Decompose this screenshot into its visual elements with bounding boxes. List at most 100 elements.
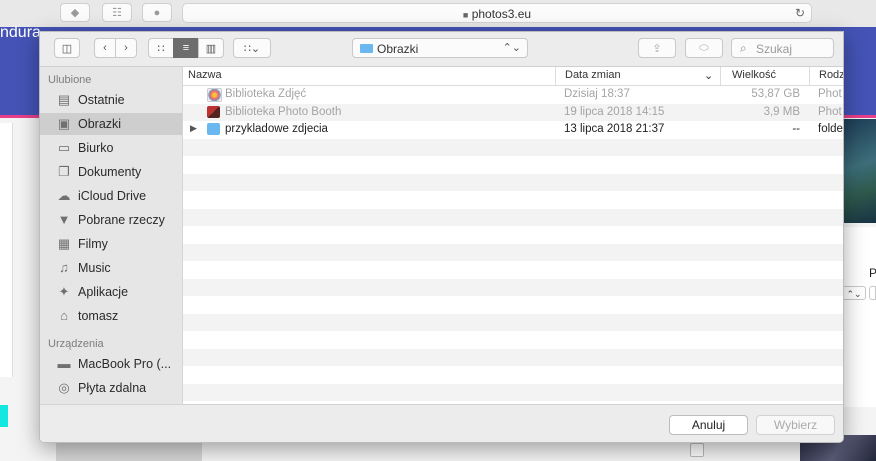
list-stripe bbox=[183, 348, 843, 366]
file-name: przykladowe zdjecia bbox=[225, 123, 328, 135]
sidebar-item-remote-disc[interactable]: ◎ Płyta zdalna bbox=[40, 377, 182, 399]
sidebar-item-label: Aplikacje bbox=[78, 285, 129, 299]
sidebar-icon: ◫ bbox=[61, 42, 73, 55]
columns-icon: ▥ bbox=[205, 42, 217, 55]
sidebar-item-icloud[interactable]: ☁ iCloud Drive bbox=[40, 185, 182, 207]
sidebar-item-label: tomasz bbox=[78, 309, 119, 323]
file-kind: folde bbox=[818, 123, 843, 135]
bottom-card bbox=[56, 441, 202, 461]
dialog-toolbar: ◫ ‹ › ∷ ≡ ▥ ∷⌄ Obrazki ⌃⌄ ⇪ ⬭ ⌕ Szukaj bbox=[40, 32, 843, 67]
extension-button[interactable]: ● bbox=[142, 3, 172, 22]
list-stripe bbox=[183, 296, 843, 314]
share-icon: ⇪ bbox=[652, 42, 662, 55]
privacy-shield-button[interactable]: ◆ bbox=[60, 3, 90, 22]
list-stripe bbox=[183, 156, 843, 174]
file-row[interactable]: Biblioteka Zdjęć Dzisiaj 18:37 53,87 GB … bbox=[183, 86, 843, 103]
folder-icon bbox=[360, 44, 373, 53]
sidebar-item-label: MacBook Pro (... bbox=[78, 357, 172, 371]
search-icon: ⌕ bbox=[740, 41, 747, 55]
icon-view-button[interactable]: ∷ bbox=[148, 38, 174, 58]
disc-icon: ◎ bbox=[58, 380, 70, 395]
sidebar-item-music[interactable]: ♫ Music bbox=[40, 257, 182, 279]
browser-toolbar: ◆ ☷ ● ■ photos3.eu ↻ bbox=[0, 0, 876, 28]
file-date: 13 lipca 2018 21:37 bbox=[564, 123, 665, 135]
sidebar-item-label: Ostatnie bbox=[78, 93, 125, 107]
file-kind: Phot bbox=[818, 105, 842, 118]
list-stripe bbox=[183, 383, 843, 401]
column-header-kind[interactable]: Rodz bbox=[819, 69, 843, 81]
sidebar-item-macbook[interactable]: ▬ MacBook Pro (... bbox=[40, 353, 182, 375]
right-panel-select[interactable]: ⌃⌄ bbox=[842, 286, 866, 300]
sidebar-item-label: Music bbox=[78, 261, 111, 275]
column-header-date[interactable]: Data zmian bbox=[565, 69, 621, 81]
file-size: -- bbox=[792, 123, 800, 135]
url-label: photos3.eu bbox=[471, 7, 532, 21]
thumbnail-image[interactable] bbox=[842, 119, 876, 223]
chevron-right-icon: › bbox=[124, 42, 128, 54]
column-header-size[interactable]: Wielkość bbox=[732, 69, 776, 81]
right-panel-input[interactable] bbox=[869, 286, 876, 300]
sidebar-item-label: Obrazki bbox=[78, 117, 122, 131]
column-divider[interactable] bbox=[720, 67, 721, 85]
cyan-badge bbox=[0, 405, 8, 427]
disclosure-triangle-icon[interactable]: ▶ bbox=[190, 123, 197, 134]
sidebar-item-label: Filmy bbox=[78, 237, 108, 251]
column-view-button[interactable]: ▥ bbox=[198, 38, 224, 58]
file-kind: Phot bbox=[818, 88, 842, 100]
sidebar-item-recents[interactable]: ▤ Ostatnie bbox=[40, 89, 182, 111]
sidebar-item-downloads[interactable]: ▼ Pobrane rzeczy bbox=[40, 209, 182, 231]
film-icon: ▦ bbox=[57, 236, 71, 251]
sidebar-item-pictures[interactable]: ▣ Obrazki bbox=[40, 113, 182, 135]
file-row[interactable]: Biblioteka Photo Booth 19 lipca 2018 14:… bbox=[183, 104, 843, 121]
column-header-name[interactable]: Nazwa bbox=[188, 69, 222, 81]
url-text: ■ photos3.eu bbox=[183, 7, 811, 21]
downloads-icon: ▼ bbox=[57, 212, 71, 227]
sidebar-item-documents[interactable]: ❐ Dokumenty bbox=[40, 161, 182, 183]
file-name: Biblioteka Zdjęć bbox=[225, 88, 307, 100]
list-stripe bbox=[183, 331, 843, 349]
sidebar-toggle-button[interactable]: ◫ bbox=[54, 38, 80, 58]
forward-button[interactable]: › bbox=[115, 38, 137, 58]
open-file-dialog: ◫ ‹ › ∷ ≡ ▥ ∷⌄ Obrazki ⌃⌄ ⇪ ⬭ ⌕ Szukaj U… bbox=[39, 31, 844, 443]
list-stripe bbox=[183, 366, 843, 384]
sidebar-item-desktop[interactable]: ▭ Biurko bbox=[40, 137, 182, 159]
folder-icon bbox=[207, 123, 220, 135]
music-icon: ♫ bbox=[59, 260, 69, 275]
group-view-button[interactable]: ∷⌄ bbox=[233, 38, 271, 58]
list-stripe bbox=[183, 208, 843, 226]
home-icon: ⌂ bbox=[60, 308, 68, 323]
back-button[interactable]: ‹ bbox=[94, 38, 116, 58]
list-view-button[interactable]: ≡ bbox=[173, 38, 199, 58]
sidebar-item-applications[interactable]: ✦ Aplikacje bbox=[40, 281, 182, 303]
reader-button[interactable]: ☷ bbox=[102, 3, 132, 22]
file-size: 53,87 GB bbox=[751, 88, 800, 100]
file-row[interactable]: ▶ przykladowe zdjecia 13 lipca 2018 21:3… bbox=[183, 121, 843, 138]
laptop-icon: ▬ bbox=[57, 356, 71, 371]
sidebar-item-label: Dokumenty bbox=[78, 165, 142, 179]
choose-button[interactable]: Wybierz bbox=[756, 415, 835, 435]
extension-icon: ● bbox=[153, 6, 161, 19]
tags-button[interactable]: ⬭ bbox=[685, 38, 723, 58]
column-divider[interactable] bbox=[555, 67, 556, 85]
select-checkbox[interactable] bbox=[690, 443, 704, 457]
address-bar[interactable]: ■ photos3.eu ↻ bbox=[182, 3, 812, 23]
list-stripe bbox=[183, 313, 843, 331]
column-divider[interactable] bbox=[809, 67, 810, 85]
cancel-button[interactable]: Anuluj bbox=[669, 415, 748, 435]
list-stripe bbox=[183, 261, 843, 279]
devices-header: Urządzenia bbox=[48, 338, 104, 350]
search-field[interactable]: ⌕ Szukaj bbox=[731, 38, 834, 58]
file-date: 19 lipca 2018 14:15 bbox=[564, 105, 665, 118]
tag-icon: ⬭ bbox=[699, 41, 709, 54]
reload-icon[interactable]: ↻ bbox=[795, 6, 805, 20]
chevron-left-icon: ‹ bbox=[103, 42, 107, 54]
reader-icon: ☷ bbox=[112, 7, 122, 19]
favorites-header: Ulubione bbox=[48, 74, 92, 86]
sidebar-item-label: Płyta zdalna bbox=[78, 381, 147, 395]
share-button[interactable]: ⇪ bbox=[638, 38, 676, 58]
sort-chevron-icon: ⌄ bbox=[704, 70, 714, 82]
location-popup[interactable]: Obrazki ⌃⌄ bbox=[352, 38, 528, 58]
file-rows: Biblioteka Zdjęć Dzisiaj 18:37 53,87 GB … bbox=[183, 86, 843, 404]
sidebar-item-movies[interactable]: ▦ Filmy bbox=[40, 233, 182, 255]
sidebar-item-home[interactable]: ⌂ tomasz bbox=[40, 305, 182, 327]
